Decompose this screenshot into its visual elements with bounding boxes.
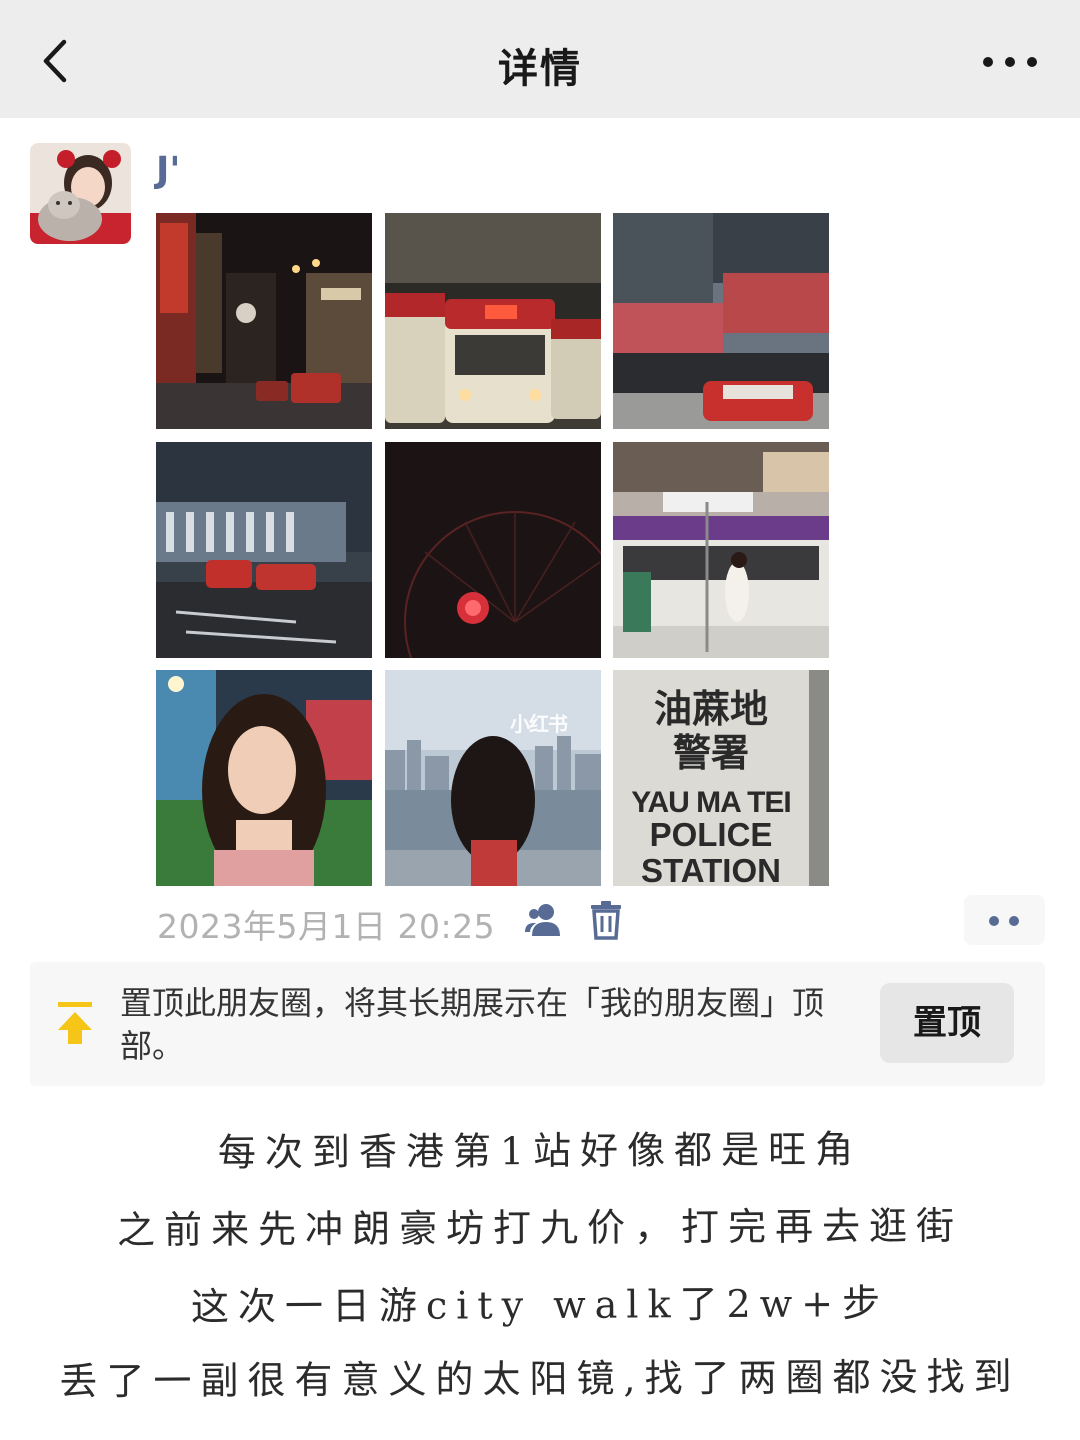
username[interactable]: J' bbox=[156, 150, 180, 191]
caption-line: 之前来先冲朗豪坊打九价，打完再去逛街 bbox=[116, 1203, 964, 1253]
police-sign-line2: 警署 bbox=[673, 731, 749, 775]
photo-image bbox=[156, 670, 372, 886]
trash-icon[interactable] bbox=[589, 900, 623, 940]
police-sign-line3: YAU MA TEI bbox=[631, 786, 790, 819]
post-timestamp: 2023年5月1日 20:25 bbox=[157, 907, 496, 946]
avatar-image bbox=[30, 143, 131, 244]
nav-bar: 详情 bbox=[0, 0, 1080, 118]
photo-thumbnail[interactable]: 油蔴地 警署 YAU MA TEI POLICE STATION bbox=[613, 670, 829, 886]
caption-line: 丢了一副很有意义的太阳镜,找了两圈都没找到 bbox=[59, 1354, 1021, 1404]
police-sign-line4: POLICE bbox=[650, 816, 773, 853]
caption-line: 每次到香港第1站好像都是旺角 bbox=[217, 1127, 863, 1175]
photo-image bbox=[613, 442, 829, 658]
photo-thumbnail[interactable] bbox=[156, 442, 372, 658]
avatar[interactable] bbox=[30, 143, 131, 244]
photo-thumbnail[interactable] bbox=[156, 213, 372, 429]
pin-to-top-button[interactable]: 置顶 bbox=[880, 983, 1014, 1063]
photo-image: 油蔴地 警署 YAU MA TEI POLICE STATION bbox=[613, 670, 829, 886]
more-actions-button[interactable] bbox=[964, 895, 1045, 945]
caption-line: 这次一日游city walk了2w+步 bbox=[190, 1281, 890, 1329]
watermark: 小红书 bbox=[510, 712, 568, 736]
friends-icon[interactable] bbox=[524, 902, 566, 938]
photo-thumbnail[interactable] bbox=[156, 670, 372, 886]
photo-thumbnail[interactable] bbox=[613, 213, 829, 429]
photo-thumbnail[interactable] bbox=[385, 213, 601, 429]
photo-image bbox=[613, 213, 829, 429]
photo-image bbox=[385, 442, 601, 658]
pin-description: 置顶此朋友圈，将其长期展示在「我的朋友圈」顶部。 bbox=[120, 984, 825, 1065]
photo-thumbnail[interactable] bbox=[385, 670, 601, 886]
photo-image bbox=[385, 213, 601, 429]
two-dots-icon bbox=[1009, 916, 1019, 926]
police-sign-line5: STATION bbox=[641, 852, 781, 886]
page-title: 详情 bbox=[498, 46, 582, 92]
photo-image bbox=[156, 213, 372, 429]
police-sign-line1: 油蔴地 bbox=[654, 687, 768, 731]
ellipsis-icon bbox=[983, 57, 1037, 67]
photo-thumbnail[interactable] bbox=[613, 442, 829, 658]
photo-image bbox=[385, 670, 601, 886]
two-dots-icon bbox=[989, 916, 999, 926]
photo-thumbnail[interactable] bbox=[385, 442, 601, 658]
pin-top-icon bbox=[54, 1000, 96, 1048]
pin-to-top-banner: 置顶此朋友圈，将其长期展示在「我的朋友圈」顶部。 置顶 bbox=[30, 962, 1045, 1086]
photo-image bbox=[156, 442, 372, 658]
more-button[interactable] bbox=[980, 44, 1040, 80]
